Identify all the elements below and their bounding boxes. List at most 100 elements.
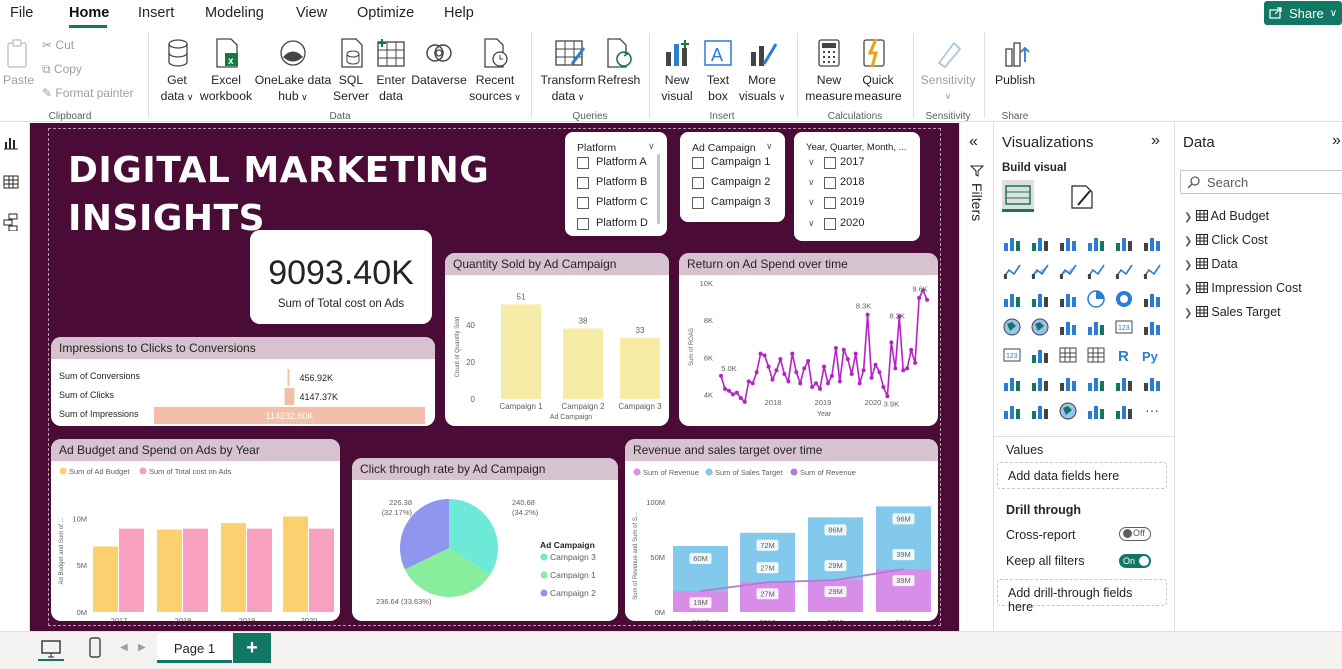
next-page-icon[interactable]: ▶ xyxy=(138,642,146,653)
key-influencers-visual-icon[interactable] xyxy=(1002,373,1022,393)
matrix-visual-icon[interactable] xyxy=(1086,345,1106,365)
clustered-column-visual-icon[interactable] xyxy=(1086,233,1106,253)
slicer-checkbox[interactable] xyxy=(692,197,704,209)
azure-map-visual-icon[interactable] xyxy=(1058,317,1078,337)
dataverse-button[interactable]: Dataverse xyxy=(411,72,467,88)
slicer-item[interactable]: Campaign 2 xyxy=(711,176,770,188)
chevron-down-icon[interactable]: ∨ xyxy=(766,141,773,152)
100-bar-visual-icon[interactable] xyxy=(1114,233,1134,253)
chevron-right-icon[interactable]: ❯ xyxy=(1184,308,1192,319)
card-visual-icon[interactable]: 123 xyxy=(1114,317,1134,337)
more-visuals-button[interactable]: More visuals ∨ xyxy=(737,72,787,105)
area-visual-icon[interactable] xyxy=(1030,261,1050,281)
r-visual-visual-icon[interactable]: R xyxy=(1114,345,1134,365)
slicer-item[interactable]: Platform C xyxy=(596,196,648,208)
chevron-right-icon[interactable]: ❯ xyxy=(1184,236,1192,247)
diamond-visual-icon[interactable] xyxy=(1086,401,1106,421)
desktop-layout-icon[interactable] xyxy=(40,639,62,659)
menu-file[interactable]: File xyxy=(10,5,33,21)
table-visual-icon[interactable] xyxy=(1058,345,1078,365)
funnel-visual-icon[interactable] xyxy=(1030,289,1050,309)
menu-modeling[interactable]: Modeling xyxy=(205,5,264,21)
slicer-checkbox[interactable] xyxy=(692,157,704,169)
power-automate-visual-icon[interactable] xyxy=(1030,401,1050,421)
slicer-checkbox[interactable] xyxy=(824,157,836,169)
enter-data-button[interactable]: Enter data xyxy=(373,72,409,104)
page-tab-page-1[interactable]: Page 1 xyxy=(157,633,232,663)
table-view-icon[interactable] xyxy=(3,175,19,189)
line-visual-icon[interactable] xyxy=(1002,261,1022,281)
decomposition-visual-icon[interactable] xyxy=(1030,373,1050,393)
sensitivity-button[interactable]: Sensitivity ∨ xyxy=(917,72,979,104)
slicer-item[interactable]: Platform D xyxy=(596,217,648,229)
data-table-item[interactable]: ❯ Sales Target xyxy=(1184,305,1281,319)
goals-visual-icon[interactable] xyxy=(1114,373,1134,393)
data-table-item[interactable]: ❯ Impression Cost xyxy=(1184,281,1302,295)
collapse-left-icon[interactable]: « xyxy=(969,133,978,151)
slicer-visual-icon[interactable] xyxy=(1030,345,1050,365)
stacked-bar-visual-icon[interactable] xyxy=(1002,233,1022,253)
cut-button[interactable]: ✂ Cut xyxy=(42,38,74,52)
chevron-right-icon[interactable]: ❯ xyxy=(1184,284,1192,295)
slicer-item[interactable]: 2018 xyxy=(840,176,864,188)
more-visual-icon[interactable]: ··· xyxy=(1142,401,1162,421)
data-table-item[interactable]: ❯ Ad Budget xyxy=(1184,209,1269,223)
slicer-item[interactable]: 2019 xyxy=(840,196,864,208)
qa-visual-icon[interactable] xyxy=(1058,373,1078,393)
roas-chart-card[interactable]: Return on Ad Spend over time Sum of ROAS… xyxy=(679,253,938,426)
chevron-right-icon[interactable]: ❯ xyxy=(1184,260,1192,271)
slicer-scrollbar[interactable] xyxy=(657,154,660,224)
build-visual-tab[interactable] xyxy=(1002,180,1034,212)
refresh-button[interactable]: Refresh xyxy=(597,72,641,88)
slicer-checkbox[interactable] xyxy=(692,177,704,189)
quantity-sold-chart-card[interactable]: Quantity Sold by Ad Campaign Count of Qu… xyxy=(445,253,669,426)
copy-button[interactable]: ⧉ Copy xyxy=(42,62,82,77)
ctr-pie-chart-card[interactable]: Click through rate by Ad Campaign 240.68… xyxy=(352,458,618,621)
expand-chevron-icon[interactable]: ∨ xyxy=(808,157,815,168)
expand-chevron-icon[interactable]: ∨ xyxy=(808,218,815,229)
slicer-checkbox[interactable] xyxy=(577,218,589,230)
transform-data-button[interactable]: Transform data ∨ xyxy=(539,72,597,105)
mobile-layout-icon[interactable] xyxy=(88,637,102,659)
kpi-card[interactable]: 9093.40K Sum of Total cost on Ads xyxy=(250,230,432,324)
add-page-button[interactable]: + xyxy=(233,633,271,663)
gauge-visual-icon[interactable] xyxy=(1086,317,1106,337)
paginated-visual-icon[interactable] xyxy=(1142,373,1162,393)
format-visual-icon[interactable] xyxy=(1068,183,1096,211)
get-data-button[interactable]: Get data ∨ xyxy=(158,72,196,105)
slicer-checkbox[interactable] xyxy=(824,177,836,189)
text-box-button[interactable]: Text box xyxy=(700,72,736,104)
menu-view[interactable]: View xyxy=(296,5,327,21)
clustered-bar-visual-icon[interactable] xyxy=(1058,233,1078,253)
treemap-visual-icon[interactable] xyxy=(1142,289,1162,309)
stacked-area-visual-icon[interactable] xyxy=(1058,261,1078,281)
add-drill-through-dropzone[interactable]: Add drill-through fields here xyxy=(997,579,1167,614)
model-view-icon[interactable] xyxy=(3,213,19,231)
filled-map-visual-icon[interactable] xyxy=(1030,317,1050,337)
kpi-visual-icon[interactable]: 123 xyxy=(1002,345,1022,365)
share-button[interactable]: Share ∨ xyxy=(1264,1,1342,25)
python-visual-visual-icon[interactable]: Py xyxy=(1142,345,1162,365)
donut-visual-icon[interactable] xyxy=(1114,289,1134,309)
data-search-input[interactable]: Search xyxy=(1180,170,1342,194)
quick-measure-button[interactable]: Quick measure xyxy=(853,72,903,104)
waterfall-visual-icon[interactable] xyxy=(1002,289,1022,309)
expand-right-icon[interactable]: » xyxy=(1332,132,1341,150)
chevron-visual-icon[interactable] xyxy=(1114,401,1134,421)
multi-row-card-visual-icon[interactable] xyxy=(1142,317,1162,337)
line-column-visual-icon[interactable] xyxy=(1086,261,1106,281)
funnel-chart-card[interactable]: Impressions to Clicks to Conversions Sum… xyxy=(51,337,435,426)
slicer-checkbox[interactable] xyxy=(577,197,589,209)
revenue-chart-card[interactable]: Revenue and sales target over time Sum o… xyxy=(625,439,938,621)
arcgis-visual-icon[interactable] xyxy=(1058,401,1078,421)
filters-pane-collapsed[interactable]: « Filters xyxy=(959,123,993,635)
data-table-item[interactable]: ❯ Data xyxy=(1184,257,1238,271)
map-visual-icon[interactable] xyxy=(1002,317,1022,337)
publish-button[interactable]: Publish xyxy=(993,72,1037,88)
menu-optimize[interactable]: Optimize xyxy=(357,5,414,21)
new-measure-button[interactable]: New measure xyxy=(804,72,854,104)
platform-slicer[interactable]: Platform ∨ Platform A Platform B Platfor… xyxy=(565,132,667,236)
slicer-item[interactable]: Campaign 1 xyxy=(711,156,770,168)
narrative-visual-icon[interactable] xyxy=(1086,373,1106,393)
100-column-visual-icon[interactable] xyxy=(1142,233,1162,253)
